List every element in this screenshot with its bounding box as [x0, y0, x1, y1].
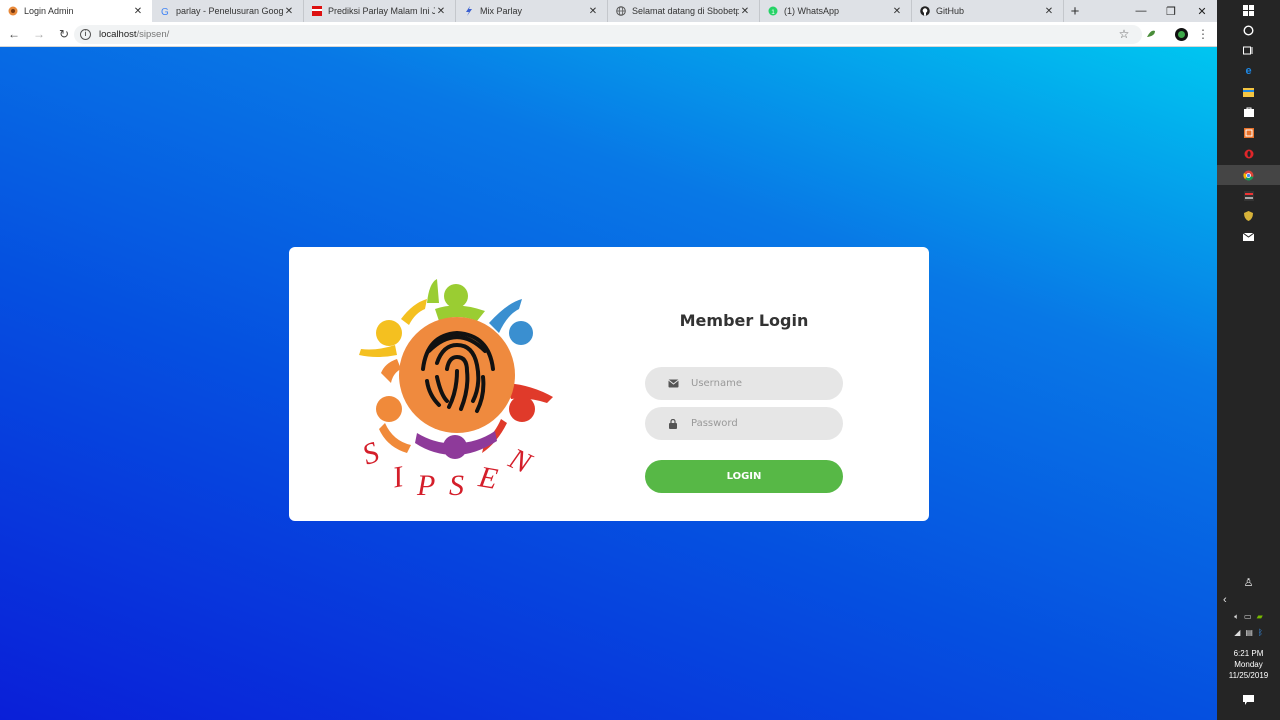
login-button[interactable]: LOGIN — [645, 460, 843, 493]
google-favicon-icon: G — [160, 6, 170, 18]
tab-close-icon[interactable]: ✕ — [283, 6, 295, 17]
lock-icon — [667, 418, 679, 429]
tab-prediksi-parlay[interactable]: Prediksi Parlay Malam Ini Jitu - ✕ — [304, 0, 456, 22]
extension-icon[interactable] — [1141, 24, 1161, 44]
tab-mix-parlay[interactable]: Mix Parlay ✕ — [456, 0, 608, 22]
store-icon[interactable] — [1217, 102, 1280, 122]
windows-taskbar: e ♙ ‹ 🔈︎ ▭ ▰ ◢ ▤ ᛒ 6:21 PM Monday 11/25/… — [1217, 0, 1280, 720]
minimize-icon[interactable]: — — [1126, 0, 1156, 22]
action-center-icon[interactable] — [1217, 690, 1280, 710]
volume-icon[interactable]: 🔈︎ — [1234, 612, 1239, 622]
browser-toolbar: ← → ↻ i localhost/sipsen/ ☆ ⋮ — [0, 22, 1217, 47]
system-tray-row-2: ◢ ▤ ᛒ — [1217, 628, 1280, 637]
cortana-search-icon[interactable] — [1217, 20, 1280, 40]
login-title: Member Login — [679, 311, 809, 330]
envelope-icon — [667, 379, 679, 388]
prediksi-favicon-icon — [312, 6, 322, 16]
username-field[interactable] — [645, 367, 843, 400]
file-explorer-icon[interactable] — [1217, 82, 1280, 102]
mixparlay-favicon-icon — [464, 6, 474, 16]
battery-icon[interactable]: ▭ — [1244, 612, 1252, 622]
edge-browser-icon[interactable]: e — [1217, 61, 1280, 81]
tab-strip: Login Admin ✕ G parlay - Penelusuran Goo… — [0, 0, 1217, 22]
clock-day: Monday — [1234, 660, 1263, 669]
video-editor-icon[interactable] — [1217, 186, 1280, 206]
chevron-left-icon[interactable]: ‹ — [1217, 590, 1280, 610]
tab-title: GitHub — [936, 6, 965, 16]
clock-time: 6:21 PM — [1233, 649, 1264, 658]
tab-whatsapp[interactable]: 1 (1) WhatsApp ✕ — [760, 0, 912, 22]
nvidia-icon[interactable]: ▰ — [1257, 612, 1263, 622]
tab-title: Prediksi Parlay Malam Ini Jitu - — [328, 6, 435, 16]
new-tab-icon[interactable]: + — [1064, 0, 1086, 22]
login-favicon-icon — [8, 6, 18, 16]
svg-text:S: S — [449, 469, 464, 502]
svg-text:1: 1 — [771, 9, 775, 16]
tab-google-search[interactable]: G parlay - Penelusuran Google ✕ — [152, 0, 304, 22]
password-input[interactable] — [691, 418, 821, 429]
svg-text:I: I — [389, 460, 408, 495]
login-card: S I P S E N Member Login Username LOGIN — [289, 247, 929, 521]
github-icon — [920, 6, 930, 16]
svg-text:S: S — [358, 436, 383, 472]
office-app-icon[interactable] — [1217, 123, 1280, 143]
windows-start-icon[interactable] — [1217, 0, 1280, 20]
close-window-icon[interactable]: ✕ — [1187, 0, 1217, 22]
system-tray-row-1: 🔈︎ ▭ ▰ — [1217, 612, 1280, 622]
tab-close-icon[interactable]: ✕ — [435, 6, 447, 17]
menu-kebab-icon[interactable]: ⋮ — [1193, 24, 1213, 44]
tab-close-icon[interactable]: ✕ — [739, 6, 751, 17]
chrome-icon[interactable] — [1217, 165, 1280, 185]
tab-github[interactable]: GitHub ✕ — [912, 0, 1064, 22]
bluetooth-icon[interactable]: ᛒ — [1258, 628, 1263, 637]
reload-icon[interactable]: ↻ — [53, 23, 75, 45]
people-icon[interactable]: ♙ — [1217, 572, 1280, 592]
back-icon[interactable]: ← — [3, 23, 25, 45]
login-page-background: S I P S E N Member Login Username LOGIN — [0, 47, 1217, 720]
globe-icon — [616, 6, 626, 16]
tab-title: (1) WhatsApp — [784, 6, 840, 16]
svg-text:N: N — [503, 441, 538, 481]
task-view-icon[interactable] — [1217, 40, 1280, 60]
url-host: localhost — [99, 29, 137, 40]
bookmark-star-icon[interactable]: ☆ — [1114, 24, 1134, 44]
whatsapp-icon: 1 — [768, 6, 778, 16]
tab-close-icon[interactable]: ✕ — [587, 6, 599, 17]
sipsen-logo: S I P S E N — [358, 279, 553, 502]
browser-window: Login Admin ✕ G parlay - Penelusuran Goo… — [0, 0, 1217, 720]
opera-icon[interactable] — [1217, 144, 1280, 164]
address-bar[interactable]: i localhost/sipsen/ — [74, 25, 1142, 44]
tab-close-icon[interactable]: ✕ — [891, 6, 903, 17]
tab-title: parlay - Penelusuran Google — [176, 6, 283, 16]
tab-sbobet[interactable]: Selamat datang di Sbobetparla ✕ — [608, 0, 760, 22]
restore-icon[interactable]: ❐ — [1156, 0, 1186, 22]
tab-close-icon[interactable]: ✕ — [1043, 6, 1055, 17]
tab-title: Mix Parlay — [480, 6, 523, 16]
tab-close-icon[interactable]: ✕ — [132, 6, 144, 17]
tab-title: Selamat datang di Sbobetparla — [632, 6, 739, 16]
display-icon[interactable]: ▤ — [1245, 628, 1253, 637]
login-form: Member Login LOGIN — [645, 247, 843, 521]
clock-date: 11/25/2019 — [1228, 671, 1269, 680]
mail-icon[interactable] — [1217, 227, 1280, 247]
svg-text:G: G — [161, 7, 169, 16]
url-path: /sipsen/ — [136, 29, 170, 40]
tab-login-admin[interactable]: Login Admin ✕ — [0, 0, 152, 22]
password-field[interactable] — [645, 407, 843, 440]
forward-icon[interactable]: → — [28, 23, 50, 45]
svg-text:P: P — [416, 469, 435, 502]
taskbar-clock[interactable]: 6:21 PM Monday 11/25/2019 — [1217, 648, 1280, 681]
info-icon[interactable]: i — [80, 29, 91, 40]
username-input[interactable] — [691, 378, 821, 389]
svg-text:E: E — [475, 460, 500, 496]
tab-title: Login Admin — [24, 6, 74, 16]
wifi-icon[interactable]: ◢ — [1234, 628, 1240, 637]
profile-avatar-icon[interactable] — [1171, 24, 1191, 44]
shield-app-icon[interactable] — [1217, 206, 1280, 226]
